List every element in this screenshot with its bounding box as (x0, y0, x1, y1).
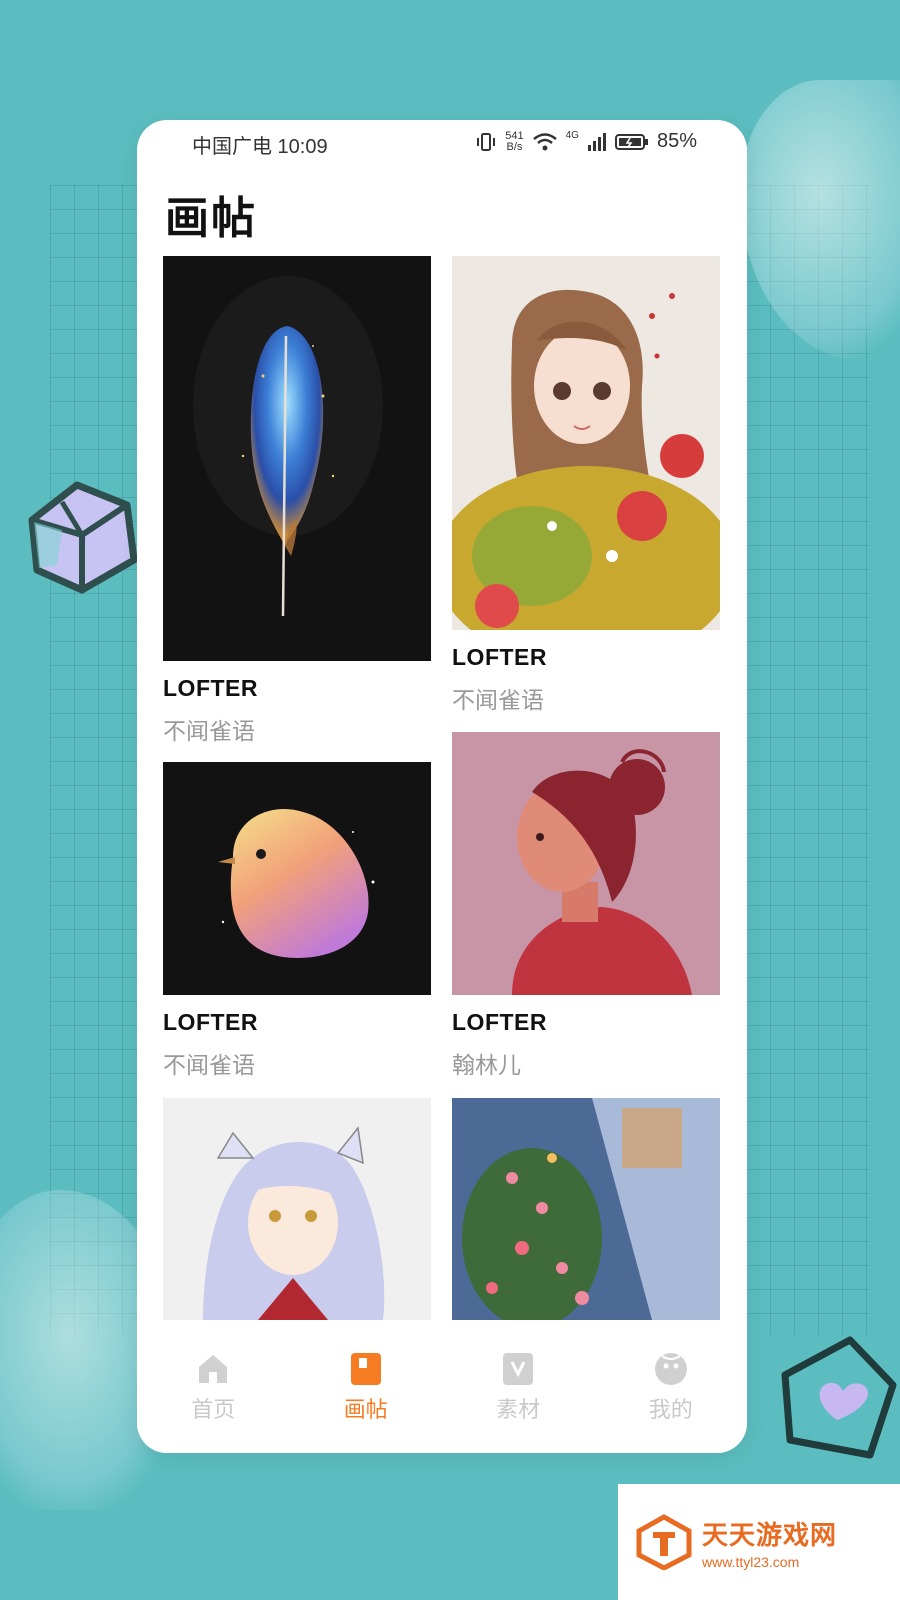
tab-profile[interactable]: 我的 (595, 1320, 748, 1453)
artwork-image-feather[interactable] (163, 256, 431, 661)
watermark-logo-icon (636, 1514, 692, 1570)
watermark: 天天游戏网 www.ttyl23.com (618, 1484, 900, 1600)
gem-decoration-icon (28, 481, 138, 594)
tab-label: 画帖 (343, 1397, 388, 1422)
artwork-image-anime-boy[interactable] (163, 1098, 431, 1320)
card-source: LOFTER (163, 675, 258, 701)
profile-icon (654, 1352, 688, 1386)
card-source: LOFTER (163, 1009, 258, 1035)
carrier-time: 中国广电 10:09 (192, 136, 328, 158)
tab-label: 我的 (648, 1397, 693, 1422)
card-author: 不闻雀语 (163, 1052, 255, 1078)
wifi-icon (532, 132, 557, 150)
material-icon (501, 1352, 535, 1386)
card-author: 翰林儿 (452, 1052, 521, 1078)
phone-screen: 中国广电 10:09 541 B/s 4G 85% 画帖 LOFTER 不闻雀语… (137, 120, 747, 1453)
bottom-tab-bar: 首页 画帖 素材 我的 (137, 1320, 747, 1453)
card-source: LOFTER (452, 644, 547, 670)
artwork-image-flower-girl[interactable] (452, 256, 720, 630)
network-type: 4G (565, 130, 579, 141)
battery-icon (614, 133, 648, 150)
card-source: LOFTER (452, 1009, 547, 1035)
card-author: 不闻雀语 (163, 718, 255, 744)
home-icon (196, 1352, 230, 1386)
watermark-url: www.ttyl23.com (702, 1553, 800, 1570)
tab-label: 首页 (191, 1397, 236, 1422)
artwork-card[interactable]: LOFTER 不闻雀语 (452, 256, 720, 715)
status-icons: 541 B/s 4G 85% (475, 130, 697, 153)
artwork-card[interactable]: LOFTER 不闻雀语 (163, 762, 431, 1080)
tab-label: 素材 (496, 1397, 541, 1422)
net-speed: 541 B/s (505, 129, 524, 153)
artwork-image-flower-garden[interactable] (452, 1098, 720, 1320)
tab-home[interactable]: 首页 (137, 1320, 290, 1453)
artwork-card[interactable] (452, 1098, 720, 1320)
battery-percent: 85% (656, 130, 697, 152)
net-speed-value: 541 (505, 129, 524, 142)
page-title: 画帖 (165, 194, 257, 243)
status-bar: 中国广电 10:09 541 B/s 4G 85% (137, 120, 747, 164)
artwork-card[interactable]: LOFTER 不闻雀语 (163, 256, 431, 746)
artwork-image-chick[interactable] (163, 762, 431, 995)
watermark-title: 天天游戏网 (702, 1519, 838, 1550)
artwork-image-red-hair-girl[interactable] (452, 732, 720, 995)
net-speed-unit: B/s (506, 140, 523, 153)
artwork-card[interactable] (163, 1098, 431, 1320)
tab-material[interactable]: 素材 (442, 1320, 595, 1453)
album-icon (349, 1352, 383, 1386)
card-author: 不闻雀语 (452, 687, 544, 713)
artwork-card[interactable]: LOFTER 翰林儿 (452, 732, 720, 1080)
tab-album[interactable]: 画帖 (290, 1320, 443, 1453)
watermark-text: 天天游戏网 www.ttyl23.com (702, 1515, 837, 1570)
signal-icon (587, 132, 606, 151)
house-heart-decoration-icon (781, 1336, 897, 1459)
vibrate-icon (477, 132, 496, 151)
